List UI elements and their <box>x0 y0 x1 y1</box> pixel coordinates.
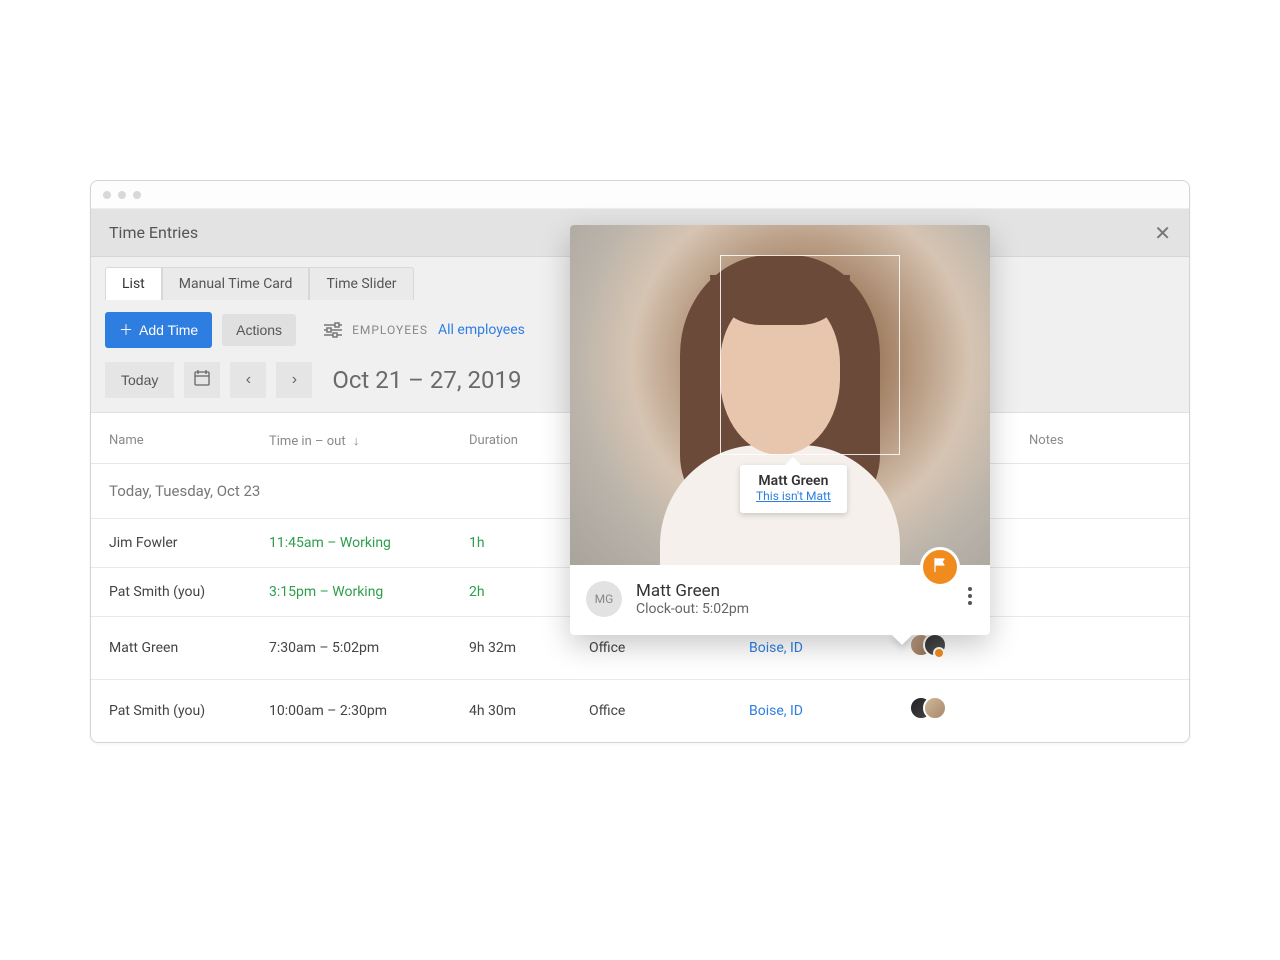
cell-location[interactable]: Boise, ID <box>749 640 909 656</box>
actions-label: Actions <box>236 322 282 338</box>
prev-week-button[interactable]: ‹ <box>230 362 266 398</box>
sort-desc-icon: ↓ <box>353 434 360 449</box>
add-time-button[interactable]: ＋ Add Time <box>105 312 212 348</box>
col-notes[interactable]: Notes <box>1029 433 1171 449</box>
flag-badge[interactable] <box>920 547 960 587</box>
cell-time: 7:30am – 5:02pm <box>269 640 469 656</box>
cell-name: Pat Smith (you) <box>109 703 269 719</box>
avatar <box>923 696 947 720</box>
cell-duration: 4h 30m <box>469 703 589 719</box>
cell-name: Pat Smith (you) <box>109 584 269 600</box>
chevron-left-icon: ‹ <box>246 371 251 389</box>
chevron-right-icon: › <box>292 371 297 389</box>
traffic-light-close[interactable] <box>103 191 111 199</box>
window-titlebar <box>91 181 1189 209</box>
popover-person-name: Matt Green <box>636 581 749 601</box>
plus-icon: ＋ <box>119 320 133 340</box>
popover-pointer <box>890 633 914 645</box>
face-id-tooltip: Matt Green This isn't Matt <box>740 465 847 513</box>
cell-job: Office <box>589 640 749 656</box>
today-button[interactable]: Today <box>105 362 174 398</box>
tab-list[interactable]: List <box>105 267 162 300</box>
clock-photo: Matt Green This isn't Matt <box>570 225 990 565</box>
cell-job: Office <box>589 703 749 719</box>
calendar-icon <box>194 370 210 391</box>
cell-photos[interactable] <box>909 633 1029 663</box>
cell-photos[interactable] <box>909 696 1029 726</box>
table-row[interactable]: Pat Smith (you) 10:00am – 2:30pm 4h 30m … <box>91 680 1189 742</box>
cell-time: 3:15pm – Working <box>269 584 469 600</box>
actions-button[interactable]: Actions <box>222 314 296 346</box>
cell-name: Jim Fowler <box>109 535 269 551</box>
face-detect-box <box>720 255 900 455</box>
traffic-light-max[interactable] <box>133 191 141 199</box>
col-name[interactable]: Name <box>109 433 269 449</box>
next-week-button[interactable]: › <box>276 362 312 398</box>
avatar-initials: MG <box>586 581 622 617</box>
cell-location[interactable]: Boise, ID <box>749 703 909 719</box>
photo-pair-icon[interactable] <box>909 696 949 722</box>
calendar-button[interactable] <box>184 362 220 398</box>
cell-time: 10:00am – 2:30pm <box>269 703 469 719</box>
traffic-light-min[interactable] <box>118 191 126 199</box>
employees-filter-value[interactable]: All employees <box>438 322 525 338</box>
page-title: Time Entries <box>109 223 198 242</box>
date-range-label: Oct 21 – 27, 2019 <box>332 366 521 394</box>
not-this-person-link[interactable]: This isn't Matt <box>756 489 831 503</box>
detected-name: Matt Green <box>756 473 831 489</box>
more-menu-button[interactable] <box>968 587 972 605</box>
close-icon[interactable]: ✕ <box>1154 223 1171 243</box>
flag-indicator-icon <box>933 647 945 659</box>
col-time[interactable]: Time in – out ↓ <box>269 433 469 449</box>
cell-duration: 9h 32m <box>469 640 589 656</box>
clock-event-popover: Matt Green This isn't Matt MG Matt Green… <box>570 225 990 635</box>
add-time-label: Add Time <box>139 322 198 338</box>
employees-filter-label: EMPLOYEES <box>352 323 428 337</box>
photo-pair-icon[interactable] <box>909 633 949 659</box>
tab-time-slider[interactable]: Time Slider <box>309 267 413 300</box>
cell-time: 11:45am – Working <box>269 535 469 551</box>
filter-sliders-icon[interactable] <box>324 322 342 338</box>
cell-name: Matt Green <box>109 640 269 656</box>
tab-manual-time-card[interactable]: Manual Time Card <box>162 267 310 300</box>
popover-event-detail: Clock-out: 5:02pm <box>636 601 749 617</box>
flag-icon <box>932 557 948 577</box>
